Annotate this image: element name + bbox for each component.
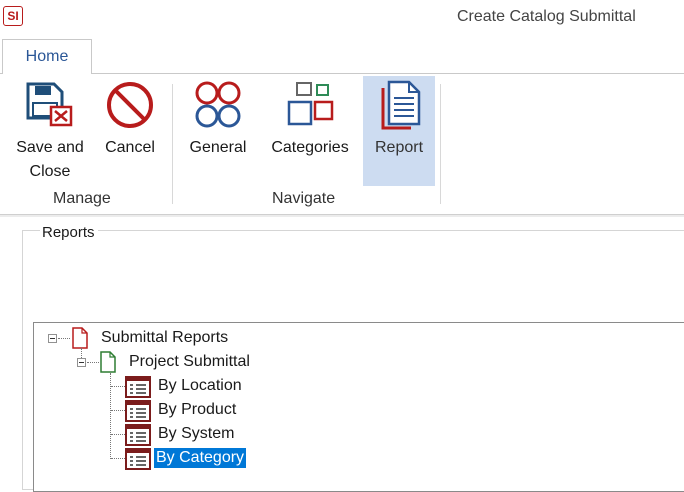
general-icon	[195, 81, 241, 128]
report-icon	[381, 80, 421, 130]
window-title: Create Catalog Submittal	[457, 8, 636, 25]
report-item-icon	[125, 424, 151, 446]
report-folder-icon	[72, 327, 88, 349]
report-document-icon	[100, 351, 116, 373]
app-logo: SI	[3, 6, 23, 26]
categories-button[interactable]: Categories	[264, 78, 356, 186]
report-item-icon	[125, 400, 151, 422]
tree-connector	[111, 386, 125, 387]
general-button[interactable]: General	[182, 78, 254, 186]
tree-node-project-submittal[interactable]: Project Submittal	[129, 352, 250, 372]
tree-node-by-product[interactable]: By Product	[158, 400, 236, 420]
tree-node-by-category[interactable]: By Category	[154, 448, 247, 468]
cancel-label: Cancel	[105, 139, 155, 156]
cancel-button[interactable]: Cancel	[98, 78, 162, 186]
categories-label: Categories	[271, 139, 349, 156]
tree-connector	[111, 434, 125, 435]
tree-node-by-system[interactable]: By System	[158, 424, 234, 444]
collapse-toggle-project-submittal[interactable]	[77, 358, 86, 367]
tree-connector	[81, 348, 82, 358]
categories-icon	[287, 82, 334, 126]
tree-connector	[58, 338, 70, 339]
ribbon-separator	[172, 84, 173, 204]
tree-connector	[87, 362, 99, 363]
general-label: General	[189, 139, 247, 156]
save-and-close-label-2: Close	[29, 163, 71, 180]
tab-home[interactable]: Home	[2, 39, 92, 74]
tree-node-by-location[interactable]: By Location	[158, 376, 242, 396]
save-and-close-label-1: Save and	[16, 139, 84, 156]
ribbon-shadow	[0, 215, 684, 217]
save-close-icon	[26, 82, 73, 127]
group-label-manage: Manage	[53, 190, 111, 207]
reports-legend: Reports	[40, 224, 98, 241]
report-item-icon	[125, 448, 151, 470]
group-label-navigate: Navigate	[272, 190, 336, 207]
save-and-close-button[interactable]: Save and Close	[8, 78, 92, 186]
tree-connector	[111, 458, 125, 459]
collapse-toggle-submittal-reports[interactable]	[48, 334, 57, 343]
tab-strip-border	[0, 73, 684, 74]
ribbon-separator	[440, 84, 441, 204]
tab-home-gap	[3, 73, 91, 74]
tree-node-submittal-reports[interactable]: Submittal Reports	[101, 328, 228, 348]
report-item-icon	[125, 376, 151, 398]
tree-connector	[111, 410, 125, 411]
cancel-icon	[107, 82, 153, 128]
report-label: Report	[374, 139, 424, 156]
report-button[interactable]: Report	[363, 76, 435, 186]
